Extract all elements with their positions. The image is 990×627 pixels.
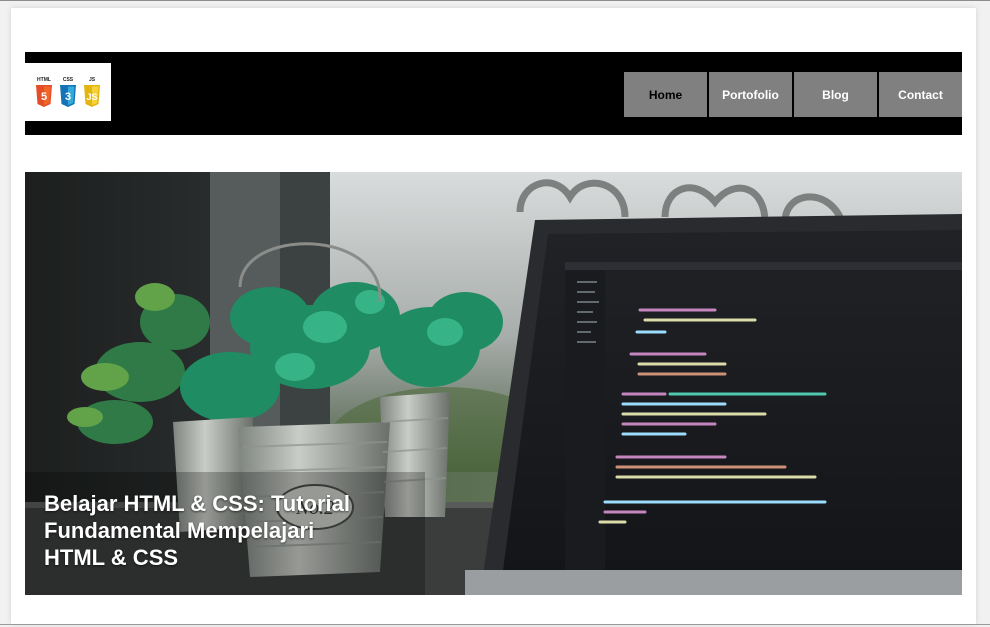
window-bottom-border [0, 624, 990, 625]
svg-text:5: 5 [41, 91, 47, 103]
site-logo[interactable]: HTML 5 CSS 3 JS JS [25, 63, 111, 121]
javascript-logo-icon: JS JS [83, 77, 101, 107]
nav-contact-link[interactable]: Contact [879, 72, 962, 117]
nav-portofolio-link[interactable]: Portofolio [709, 72, 792, 117]
html5-logo-icon: HTML 5 [35, 77, 53, 107]
page-container: HTML 5 CSS 3 JS JS Home Portofolio Blog … [11, 8, 976, 624]
window-top-border [0, 0, 990, 1]
hero-title: Belajar HTML & CSS: Tutorial Fundamental… [44, 491, 351, 570]
css3-logo-icon: CSS 3 [59, 77, 77, 107]
navbar: HTML 5 CSS 3 JS JS Home Portofolio Blog … [25, 52, 962, 135]
svg-text:3: 3 [65, 91, 71, 103]
nav-home-link[interactable]: Home [624, 72, 707, 117]
main-nav: Home Portofolio Blog Contact [624, 72, 962, 117]
nav-blog-link[interactable]: Blog [794, 72, 877, 117]
svg-text:JS: JS [86, 92, 97, 102]
hero-banner[interactable]: No.2 Belajar HTML & CSS: Tutorial Fundam… [25, 172, 962, 595]
